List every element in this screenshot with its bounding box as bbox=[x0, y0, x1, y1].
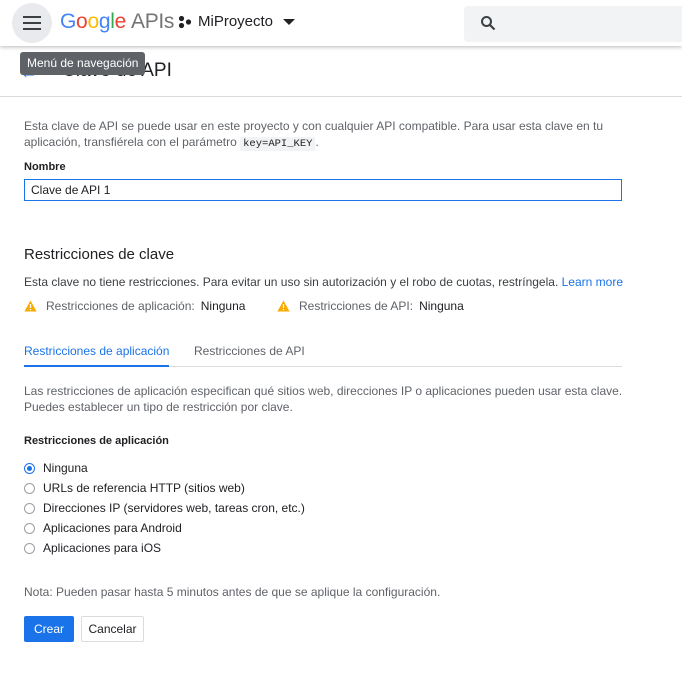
tab-application-restrictions[interactable]: Restricciones de aplicación bbox=[24, 336, 170, 367]
radio-option-android-apps[interactable]: Aplicaciones para Android bbox=[24, 518, 305, 538]
triangle-down-icon bbox=[283, 18, 296, 25]
name-field-label: Nombre bbox=[24, 161, 66, 173]
navigation-menu-tooltip: Menú de navegación bbox=[20, 52, 146, 75]
application-restrictions-info: Las restricciones de aplicación especifi… bbox=[24, 384, 623, 414]
warning-icon bbox=[277, 300, 290, 312]
search-icon bbox=[481, 16, 496, 31]
cancel-button[interactable]: Cancelar bbox=[81, 616, 144, 642]
radio-button[interactable] bbox=[24, 502, 35, 514]
restriction-tabs: Restricciones de aplicación Restriccione… bbox=[24, 336, 622, 367]
radio-option-none[interactable]: Ninguna bbox=[24, 458, 305, 478]
key-restrictions-text: Esta clave no tiene restricciones. Para … bbox=[24, 275, 623, 289]
hamburger-icon bbox=[23, 16, 41, 30]
api-restrictions-warning: Restricciones de API: Ninguna bbox=[277, 299, 464, 313]
radio-button[interactable] bbox=[24, 482, 35, 494]
search-bar[interactable] bbox=[464, 6, 682, 42]
key-restrictions-title: Restricciones de clave bbox=[24, 246, 175, 263]
project-name: MiProyecto bbox=[198, 13, 274, 30]
radio-button[interactable] bbox=[24, 462, 35, 474]
name-field[interactable] bbox=[24, 179, 622, 201]
radio-button[interactable] bbox=[24, 522, 35, 534]
learn-more-link[interactable]: Learn more bbox=[562, 275, 623, 289]
radio-option-http-referrers[interactable]: URLs de referencia HTTP (sitios web) bbox=[24, 478, 305, 498]
top-app-bar: Google APIs MiProyecto bbox=[0, 0, 682, 46]
radio-option-ios-apps[interactable]: Aplicaciones para iOS bbox=[24, 538, 305, 558]
radio-option-ip-addresses[interactable]: Direcciones IP (servidores web, tareas c… bbox=[24, 498, 305, 518]
app-restrictions-warning: Restricciones de aplicación: Ninguna bbox=[24, 299, 245, 313]
description: Esta clave de API se puede usar en este … bbox=[24, 119, 604, 151]
navigation-menu-button[interactable] bbox=[12, 3, 52, 43]
project-nodes-icon bbox=[178, 15, 192, 28]
create-button[interactable]: Crear bbox=[24, 616, 74, 642]
radio-button[interactable] bbox=[24, 542, 35, 554]
application-restrictions-label: Restricciones de aplicación bbox=[24, 435, 169, 447]
warning-icon bbox=[24, 300, 37, 312]
parameter-code: key=API_KEY bbox=[240, 137, 316, 151]
application-restrictions-radio-group: Ninguna URLs de referencia HTTP (sitios … bbox=[24, 458, 305, 558]
tab-api-restrictions[interactable]: Restricciones de API bbox=[194, 336, 305, 366]
project-selector[interactable]: MiProyecto bbox=[178, 13, 296, 30]
configuration-note: Nota: Pueden pasar hasta 5 minutos antes… bbox=[24, 585, 441, 599]
google-apis-logo[interactable]: Google APIs bbox=[60, 10, 174, 34]
